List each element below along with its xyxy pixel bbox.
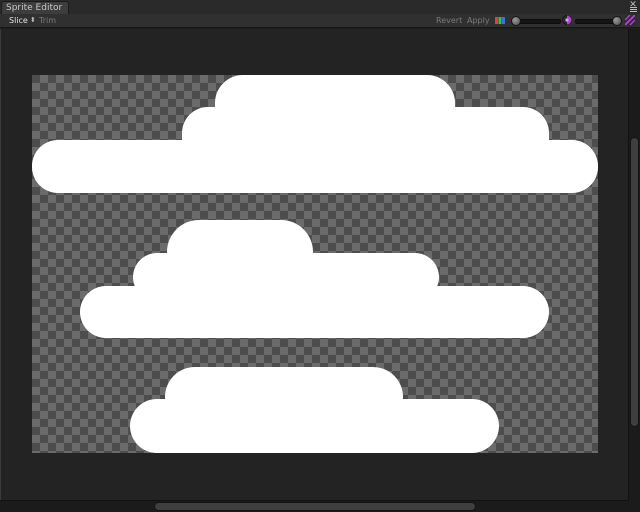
scrollbar-corner (628, 500, 640, 512)
cloud-sprite-image (32, 75, 598, 453)
cloud-sprite-3 (130, 367, 499, 453)
sprite-editor-window: Sprite Editor ✕ Slice ⬍ Trim Revert Appl… (0, 0, 640, 512)
slice-button[interactable]: Slice (9, 15, 28, 26)
zoom-slider-handle[interactable] (511, 16, 521, 26)
rgb-channels-icon[interactable] (495, 17, 505, 24)
window-tab-bar: Sprite Editor ✕ (0, 0, 640, 15)
mip-level-slider-handle[interactable] (612, 16, 622, 26)
mip-level-icon[interactable] (625, 15, 635, 25)
alpha-channel-icon[interactable] (562, 15, 572, 25)
vertical-scrollbar-thumb[interactable] (630, 137, 639, 427)
cloud-sprite-1 (32, 75, 598, 193)
window-left-border (0, 29, 1, 512)
tab-title: Sprite Editor (6, 3, 63, 13)
horizontal-scrollbar-thumb[interactable] (154, 502, 476, 511)
horizontal-scrollbar[interactable] (0, 500, 628, 512)
trim-button[interactable]: Trim (39, 15, 56, 26)
close-icon[interactable]: ✕ (628, 0, 638, 11)
revert-button[interactable]: Revert (436, 15, 462, 26)
slice-dropdown-icon[interactable]: ⬍ (30, 15, 36, 26)
vertical-scrollbar[interactable] (628, 29, 640, 500)
zoom-slider-track[interactable] (515, 19, 561, 24)
cloud-sprite-2 (80, 220, 549, 338)
tab-sprite-editor[interactable]: Sprite Editor (1, 1, 69, 14)
apply-button[interactable]: Apply (467, 15, 490, 26)
